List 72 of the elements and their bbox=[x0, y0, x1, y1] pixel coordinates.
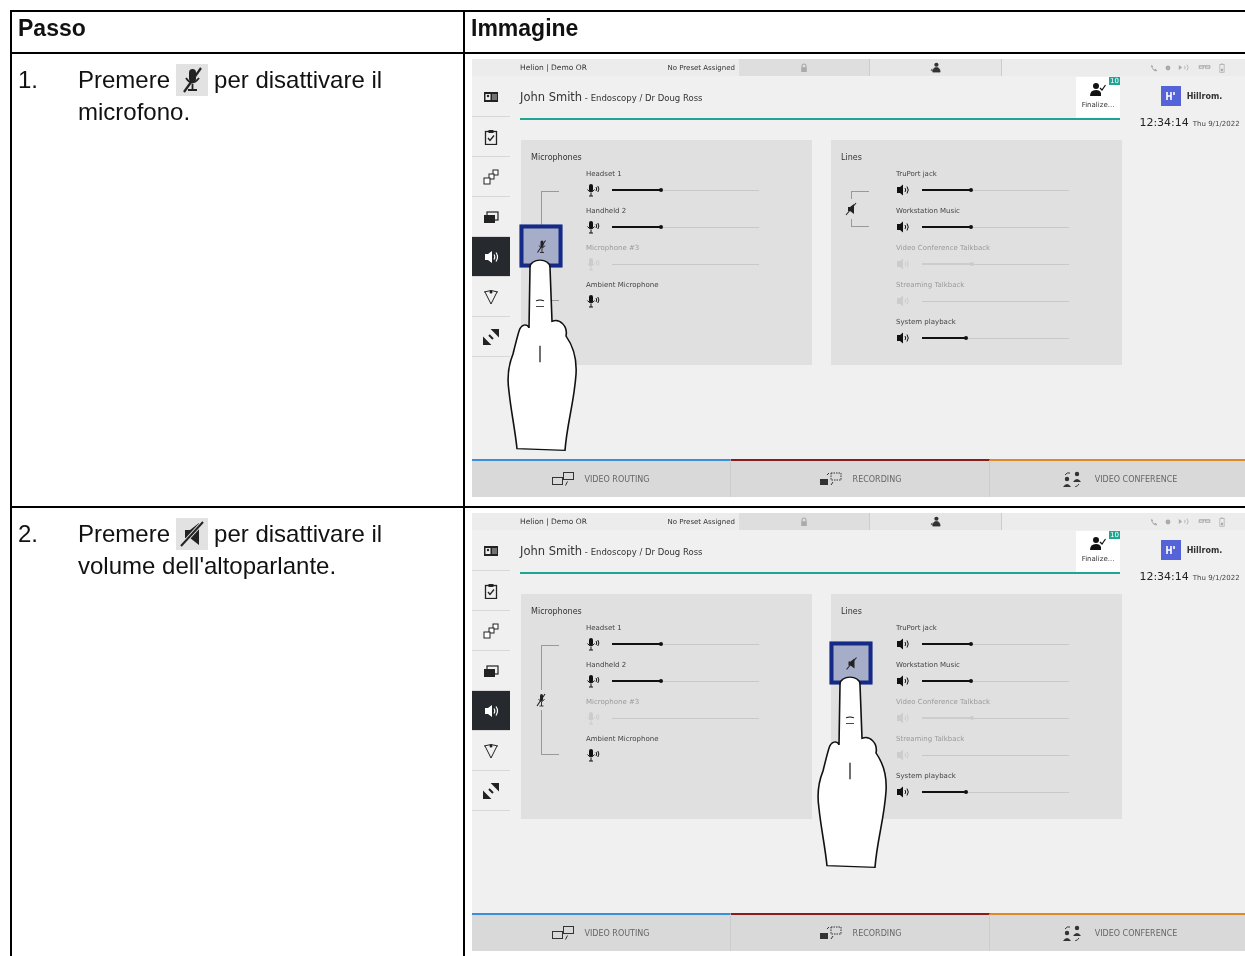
person-icon[interactable] bbox=[930, 516, 941, 527]
microphone-icon[interactable] bbox=[586, 674, 600, 688]
instruction-text: volume dell'altoparlante. bbox=[78, 551, 337, 581]
microphone-icon[interactable] bbox=[586, 183, 600, 197]
instruction-text: Premere bbox=[78, 65, 171, 95]
bottom-tab[interactable]: RECORDING bbox=[731, 459, 990, 497]
bottom-tab[interactable]: VIDEO ROUTING bbox=[472, 913, 731, 951]
bottom-tab[interactable]: VIDEO CONFERENCE bbox=[990, 459, 1245, 497]
speaker-icon[interactable] bbox=[896, 220, 910, 234]
clipboard-check-icon bbox=[483, 582, 499, 599]
brand-name: Hillrom. bbox=[1186, 545, 1223, 555]
monitors-icon bbox=[552, 926, 575, 940]
surgical-light-icon bbox=[483, 742, 499, 759]
numbered-windows-icon bbox=[483, 168, 499, 185]
sidebar-item[interactable] bbox=[472, 237, 510, 277]
person-icon[interactable] bbox=[930, 62, 941, 73]
brand-name: Hillrom. bbox=[1186, 91, 1223, 101]
sidebar-item[interactable] bbox=[472, 691, 510, 731]
microphone-icon[interactable] bbox=[586, 220, 600, 234]
instruction-text: Premere bbox=[78, 519, 171, 549]
surgical-light-icon bbox=[483, 288, 499, 305]
monitors-icon bbox=[552, 472, 575, 486]
screens-icon bbox=[483, 662, 499, 679]
instruction-text: microfono. bbox=[78, 97, 191, 127]
record-dot-icon[interactable] bbox=[1165, 518, 1171, 525]
instruction-text: per disattivare il bbox=[214, 65, 383, 95]
bottom-tab[interactable]: VIDEO CONFERENCE bbox=[990, 913, 1245, 951]
step-number: 2. bbox=[18, 519, 39, 549]
logo-mark-icon bbox=[1160, 540, 1181, 560]
clipboard-check-icon bbox=[483, 128, 499, 145]
group-mute-button[interactable] bbox=[519, 224, 563, 268]
expand-arrows-icon bbox=[483, 782, 499, 799]
speaker-mute-icon bbox=[845, 202, 857, 216]
speaker-icon[interactable] bbox=[896, 183, 910, 197]
person-check-icon bbox=[1090, 82, 1106, 96]
microphone-icon[interactable] bbox=[586, 294, 600, 308]
speaker-icon[interactable] bbox=[896, 785, 910, 799]
person-check-icon bbox=[1090, 536, 1106, 550]
panel-title: Lines bbox=[841, 153, 862, 162]
clock-time: 12:34:14 bbox=[1139, 116, 1189, 129]
step-number: 1. bbox=[18, 65, 39, 95]
clock-time: 12:34:14 bbox=[1139, 570, 1189, 583]
patient-name: John Smith - Endoscopy / Dr Doug Ross bbox=[520, 90, 704, 104]
speaker-icon[interactable] bbox=[896, 331, 910, 345]
speaker-mute-icon bbox=[845, 656, 857, 670]
microphone-icon[interactable] bbox=[586, 637, 600, 651]
microphone-mute-icon bbox=[176, 64, 209, 96]
microphone-mute-icon bbox=[535, 693, 547, 707]
speaker-icon bbox=[483, 702, 499, 719]
panel-title: Lines bbox=[841, 607, 862, 616]
column-header: Immagine bbox=[465, 12, 1245, 54]
group-mute-button[interactable] bbox=[829, 641, 873, 685]
camera-film-icon bbox=[818, 471, 843, 487]
patient-name: John Smith - Endoscopy / Dr Doug Ross bbox=[520, 544, 704, 558]
bottom-tab[interactable]: RECORDING bbox=[731, 913, 990, 951]
screens-icon bbox=[483, 208, 499, 225]
instruction-text: per disattivare il bbox=[214, 519, 383, 549]
panel-title: Microphones bbox=[531, 153, 582, 162]
panel-title: Microphones bbox=[531, 607, 582, 616]
speaker-icon[interactable] bbox=[896, 674, 910, 688]
speaker-icon[interactable] bbox=[896, 637, 910, 651]
column-header: Passo bbox=[12, 12, 465, 54]
logo-mark-icon bbox=[1160, 86, 1181, 106]
microphone-mute-icon bbox=[535, 239, 547, 253]
speaker-icon bbox=[483, 248, 499, 265]
record-dot-icon[interactable] bbox=[1165, 64, 1171, 71]
camera-film-icon bbox=[818, 925, 843, 941]
expand-arrows-icon bbox=[483, 328, 499, 345]
bottom-tab[interactable]: VIDEO ROUTING bbox=[472, 459, 731, 497]
numbered-windows-icon bbox=[483, 622, 499, 639]
speaker-mute-icon bbox=[176, 518, 209, 550]
microphone-icon[interactable] bbox=[586, 748, 600, 762]
